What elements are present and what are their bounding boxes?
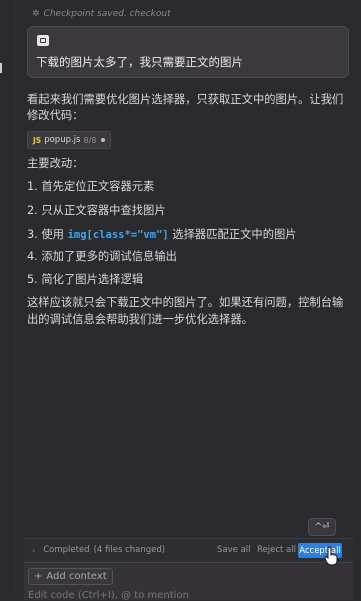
sidebar-divider	[15, 0, 16, 599]
js-file-icon: JS	[33, 135, 42, 145]
message-marker	[0, 63, 2, 73]
response-intro: 看起来我们需要优化图片选择器，只获取正文中的图片。让我们修改代码：	[27, 93, 344, 122]
submit-shortcut-button[interactable]: ^⏎	[308, 518, 336, 536]
user-message-bubble[interactable]: 下载的图片太多了，我只需要正文的图片	[27, 26, 349, 78]
list-item-number: 4.	[27, 250, 38, 263]
list-item: 3. 使用 img[class*="vm"] 选择器匹配正文中的图片	[27, 226, 297, 242]
list-item-number: 3.	[27, 228, 38, 241]
list-item-text: 只从正文容器中查找图片	[41, 204, 166, 217]
file-chip-count: 8/8	[83, 135, 97, 145]
plus-icon: +	[34, 571, 43, 582]
reject-all-button[interactable]: Reject all	[257, 545, 296, 555]
list-item: 2. 只从正文容器中查找图片	[27, 202, 166, 218]
list-item-text: 首先定位正文容器元素	[41, 180, 155, 193]
file-chip-popup-js[interactable]: JS popup.js 8/8	[27, 131, 112, 149]
list-item-text: 简化了图片选择逻辑	[41, 273, 144, 286]
save-all-button[interactable]: Save all	[217, 545, 251, 555]
status-text: Completed	[43, 545, 90, 555]
composer-input[interactable]: Edit code (Ctrl+I), @ to mention	[28, 590, 189, 601]
file-chip-name: popup.js	[44, 135, 81, 145]
checkpoint-text: Checkpoint saved. checkout	[43, 9, 171, 19]
user-message-text: 下载的图片太多了，我只需要正文的图片	[36, 55, 243, 69]
add-context-label: Add context	[46, 571, 107, 582]
response-summary: 这样应该就只会下载正文中的图片了。如果还有问题，控制台输出的调试信息会帮助我们进…	[27, 296, 344, 326]
list-item-number: 1.	[27, 180, 38, 193]
hand-cursor-icon	[324, 546, 338, 566]
list-item-text: 使用	[41, 228, 64, 241]
add-context-button[interactable]: + Add context	[28, 568, 113, 585]
list-item: 1. 首先定位正文容器元素	[27, 178, 154, 194]
list-item-number: 5.	[27, 273, 38, 286]
inline-code: img[class*="vm"]	[67, 229, 169, 241]
list-item-text: 添加了更多的调试信息输出	[41, 250, 177, 263]
image-icon	[37, 35, 49, 46]
list-item: 5. 简化了图片选择逻辑	[27, 271, 143, 287]
list-item-text: 选择器匹配正文中的图片	[172, 228, 297, 241]
list-item: 4. 添加了更多的调试信息输出	[27, 248, 177, 264]
list-item-number: 2.	[27, 204, 38, 217]
star-icon: ✲	[32, 9, 40, 19]
status-dot-icon	[101, 138, 106, 142]
changes-heading: 主要改动：	[27, 157, 84, 170]
chevron-right-icon[interactable]: ›	[32, 546, 35, 555]
checkpoint-notice[interactable]: ✲ Checkpoint saved. checkout	[32, 9, 171, 19]
files-changed-count: (4 files changed)	[93, 545, 166, 555]
